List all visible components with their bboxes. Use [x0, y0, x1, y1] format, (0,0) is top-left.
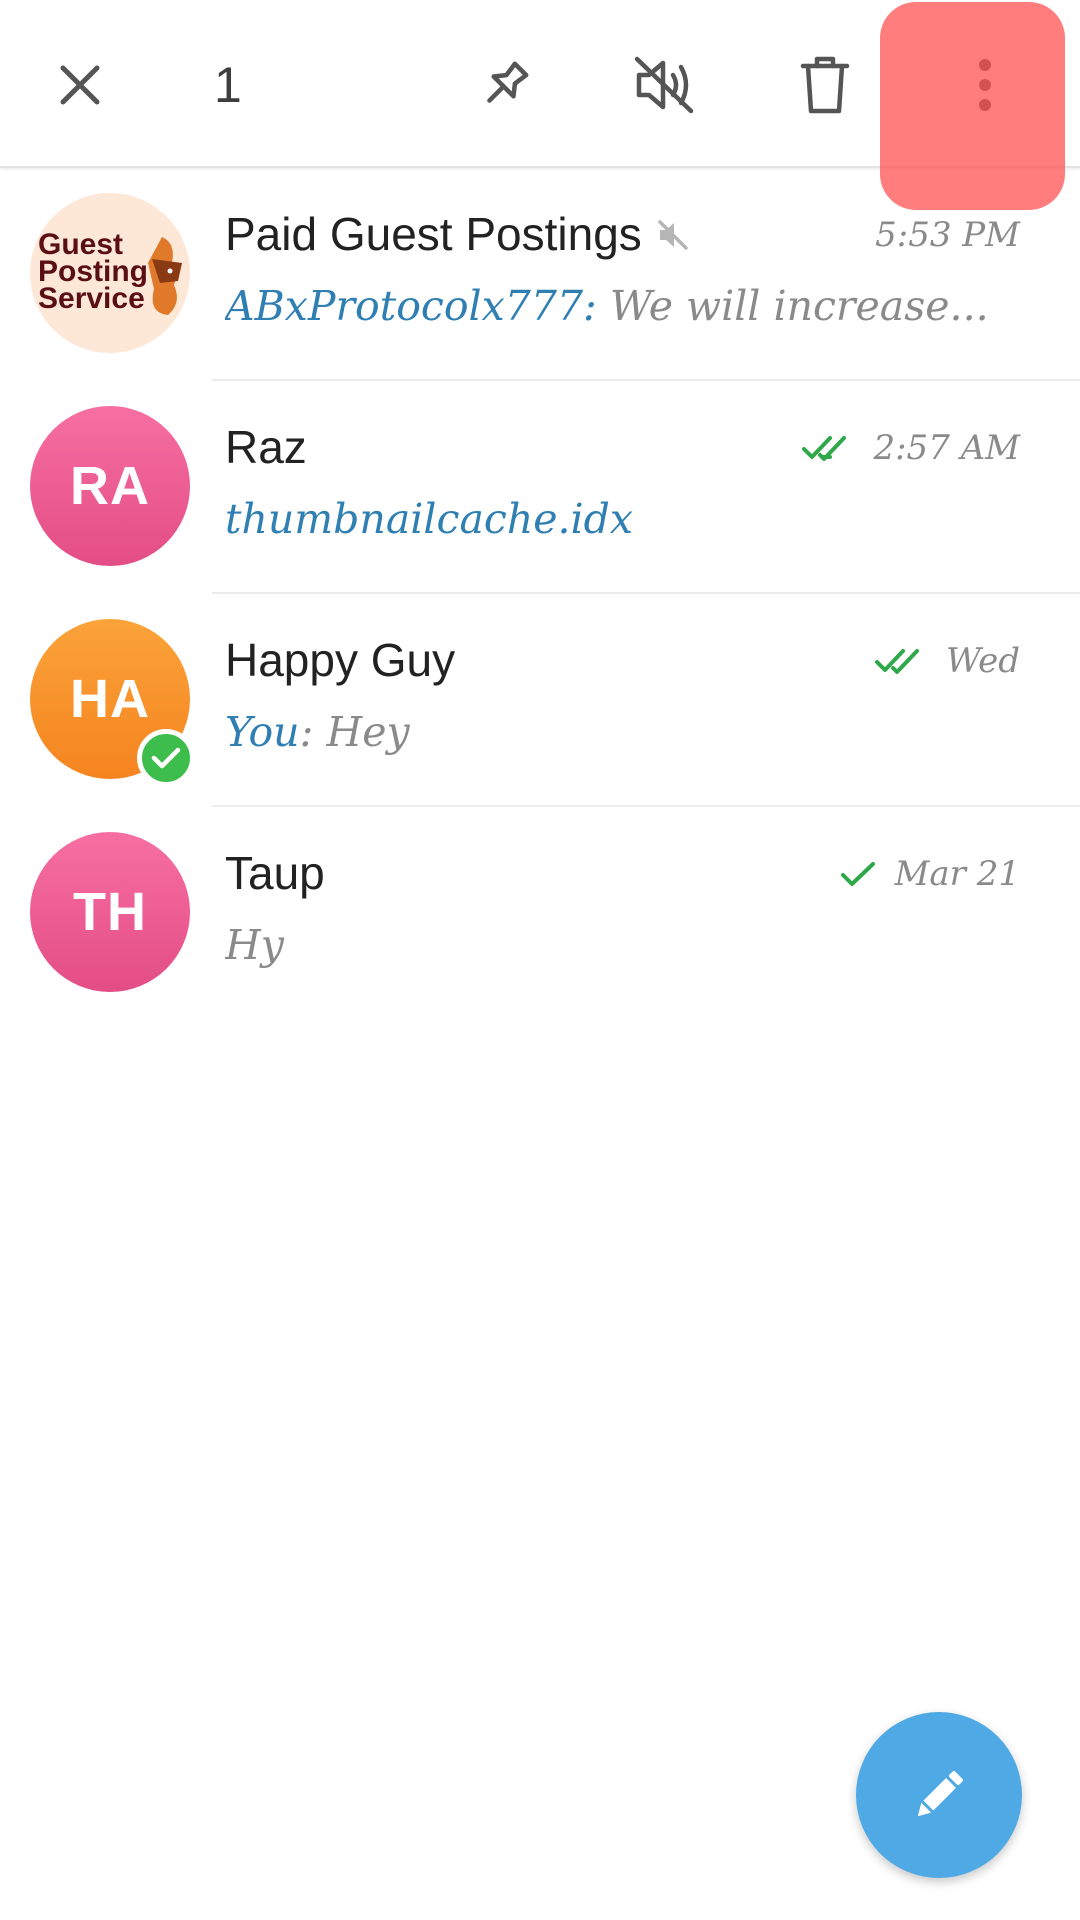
avatar: RA — [30, 406, 190, 566]
message-text: Hey — [326, 708, 410, 756]
chat-time: 2:57 AM — [801, 423, 1020, 473]
chat-row-taup[interactable]: TH Taup Mar 21 Hy — [0, 807, 1080, 1020]
verified-check-icon — [137, 729, 195, 787]
mute-icon — [634, 56, 694, 114]
pin-button[interactable] — [455, 35, 555, 135]
chat-preview: thumbnailcache.idx — [225, 489, 1025, 549]
sender-name: ABxProtocolx777 — [225, 282, 584, 330]
single-check-icon — [839, 859, 879, 889]
chat-time: Mar 21 — [839, 849, 1020, 899]
delete-icon — [800, 56, 850, 114]
chat-preview: Hy — [225, 915, 1025, 975]
avatar: Guest Posting Service — [30, 193, 190, 353]
mute-button[interactable] — [615, 35, 715, 135]
message-text: thumbnailcache.idx — [225, 495, 634, 543]
chat-name: Taup — [225, 847, 325, 899]
avatar-logo-text: Guest Posting Service — [38, 228, 148, 315]
chat-time: 5:53 PM — [875, 215, 1020, 255]
message-text: Hy — [225, 921, 284, 969]
close-selection-button[interactable] — [30, 35, 130, 135]
close-icon — [60, 65, 100, 105]
message-text: We will increase... — [609, 282, 989, 330]
chat-time: Wed — [874, 636, 1020, 686]
chat-list: Guest Posting Service Paid Guest Posting… — [0, 168, 1080, 1020]
chat-name: Paid Guest Postings — [225, 204, 690, 264]
sender-name: You — [225, 708, 300, 756]
double-check-icon — [874, 646, 930, 676]
chat-preview: ABxProtocolx777: We will increase... — [225, 282, 989, 330]
pin-icon — [487, 61, 529, 103]
muted-icon — [658, 220, 688, 250]
chat-name: Happy Guy — [225, 634, 456, 686]
chat-row-happy-guy[interactable]: HA Happy Guy Wed You: Hey — [0, 594, 1080, 807]
chat-row-raz[interactable]: RA Raz 2:57 AM thumbnailcache.idx — [0, 381, 1080, 594]
double-check-icon — [801, 433, 857, 463]
avatar: TH — [30, 832, 190, 992]
logo-figure-icon — [148, 237, 182, 315]
chat-preview: You: Hey — [225, 708, 410, 756]
selected-count: 1 — [214, 57, 242, 113]
pencil-icon — [917, 1771, 963, 1817]
delete-button[interactable] — [775, 35, 875, 135]
compose-button[interactable] — [856, 1712, 1022, 1878]
chat-row-paid-guest-postings[interactable]: Guest Posting Service Paid Guest Posting… — [0, 168, 1080, 381]
chat-name: Raz — [225, 421, 307, 473]
